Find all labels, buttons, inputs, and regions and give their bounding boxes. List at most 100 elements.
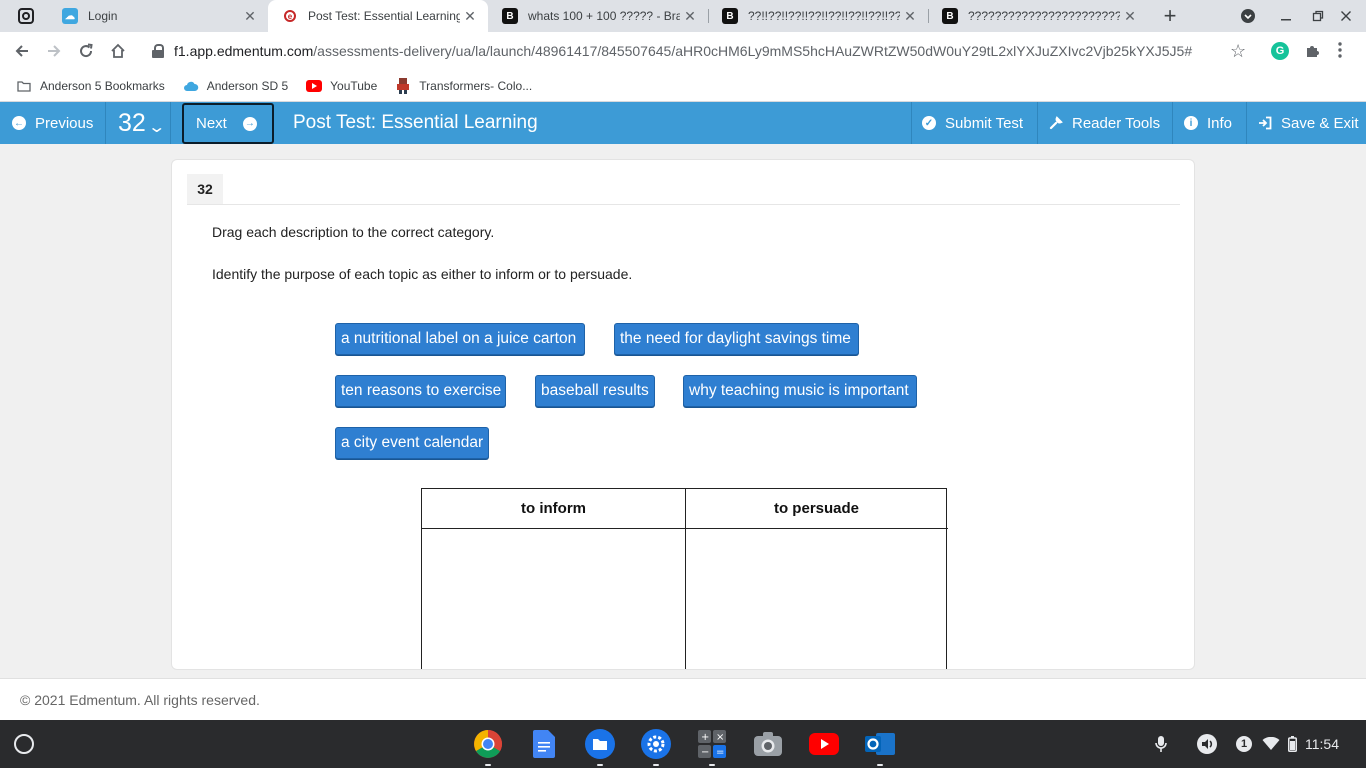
tab-title: Login [88, 9, 118, 23]
tab-title: whats 100 + 100 ????? - Brai [528, 9, 680, 23]
check-circle-icon: ✓ [922, 116, 936, 130]
submit-test-button[interactable]: ✓ Submit Test [922, 102, 1023, 144]
tab-title: ??!!??!!??!!??!!??!!??!!??!!?? [748, 9, 900, 23]
draggable-item-baseball-results[interactable]: baseball results [535, 375, 655, 407]
brainly-icon: B [942, 8, 958, 24]
tab-brainly-3[interactable]: B ????????????????????????? ✕ [928, 0, 1148, 32]
tab-brainly-1[interactable]: B whats 100 + 100 ????? - Brai ✕ [488, 0, 708, 32]
files-icon[interactable] [584, 728, 616, 766]
draggable-item-city-calendar[interactable]: a city event calendar [335, 427, 489, 459]
question-number-dropdown[interactable]: 32 ⌄ [118, 102, 166, 144]
microphone-icon[interactable] [1154, 720, 1168, 768]
close-icon[interactable]: ✕ [240, 6, 260, 26]
select-to-speak-icon[interactable] [1196, 720, 1218, 768]
youtube-icon[interactable] [808, 728, 840, 760]
calculator-icon[interactable]: + × − = [696, 728, 728, 766]
status-area[interactable]: 1 11:54 [1236, 720, 1339, 768]
bookmark-anderson-5-bookmarks[interactable]: Anderson 5 Bookmarks [16, 79, 165, 93]
draggable-item-ten-reasons[interactable]: ten reasons to exercise [335, 375, 506, 407]
forward-icon[interactable] [42, 39, 66, 63]
svg-text:−: − [701, 747, 709, 758]
back-icon[interactable] [10, 39, 34, 63]
notification-badge: 1 [1236, 736, 1252, 752]
youtube-icon [306, 79, 323, 93]
category-header-persuade: to persuade [773, 500, 860, 517]
os-shelf: + × − = 1 11:54 [0, 720, 1366, 768]
info-label: Info [1207, 114, 1233, 132]
svg-text:+: + [701, 732, 709, 743]
battery-icon [1288, 736, 1297, 752]
assessment-header: ← Previous 32 ⌄ Next → Post Test: Essent… [0, 102, 1366, 144]
tab-search-icon[interactable] [12, 6, 40, 26]
test-title: Post Test: Essential Learning [293, 112, 538, 133]
divider [1172, 102, 1173, 144]
drop-zone-inform[interactable] [422, 529, 685, 669]
close-window-icon[interactable] [1336, 6, 1356, 26]
category-header-inform: to inform [521, 500, 586, 517]
close-icon[interactable]: ✕ [460, 6, 480, 26]
bookmark-star-icon[interactable]: ☆ [1230, 41, 1246, 62]
clock: 11:54 [1305, 736, 1339, 752]
home-icon[interactable] [106, 39, 130, 63]
save-exit-label: Save & Exit [1281, 114, 1359, 132]
divider [1037, 102, 1038, 144]
save-exit-button[interactable]: Save & Exit [1258, 102, 1359, 144]
draggable-item-daylight-savings[interactable]: the need for daylight savings time [614, 323, 859, 355]
cloud-icon: ☁ [62, 8, 78, 24]
close-icon[interactable]: ✕ [900, 6, 920, 26]
extensions-icon[interactable] [1303, 42, 1321, 60]
previous-label: Previous [35, 114, 94, 132]
sign-out-icon [1258, 116, 1272, 130]
previous-button[interactable]: ← Previous [0, 102, 104, 144]
chrome-menu-icon[interactable] [1338, 42, 1342, 63]
bookmarks-bar: Anderson 5 Bookmarks Anderson SD 5 YouTu… [0, 70, 1366, 102]
address-bar[interactable]: f1.app.edmentum.com/assessments-delivery… [140, 36, 1260, 66]
cloud-icon [183, 79, 199, 93]
transformer-icon [395, 77, 411, 94]
drop-zone-persuade[interactable] [686, 529, 947, 669]
info-icon: i [1184, 116, 1198, 130]
question-instruction: Drag each description to the correct cat… [212, 224, 495, 240]
new-tab-icon[interactable]: + [1158, 3, 1182, 28]
bookmark-anderson-sd-5[interactable]: Anderson SD 5 [183, 79, 288, 93]
arrow-left-circle-icon: ← [12, 116, 26, 130]
lock-icon[interactable] [152, 44, 164, 58]
camera-icon[interactable] [752, 728, 784, 760]
brainly-icon: B [722, 8, 738, 24]
tab-post-test[interactable]: e Post Test: Essential Learning ✕ [268, 0, 488, 32]
content-area: 32 Drag each description to the correct … [0, 144, 1366, 678]
bookmark-label: Transformers- Colo... [419, 78, 533, 93]
tab-title: Post Test: Essential Learning [308, 9, 460, 23]
folder-icon [16, 79, 32, 93]
bookmark-youtube[interactable]: YouTube [306, 79, 377, 93]
divider [187, 204, 1180, 205]
draggable-item-teaching-music[interactable]: why teaching music is important [683, 375, 917, 407]
settings-icon[interactable] [640, 728, 672, 766]
info-button[interactable]: i Info [1184, 102, 1232, 144]
tab-title: ????????????????????????? [968, 9, 1120, 23]
bookmark-label: Anderson 5 Bookmarks [40, 78, 165, 93]
chrome-icon[interactable] [472, 728, 504, 766]
close-icon[interactable]: ✕ [680, 6, 700, 26]
draggable-item-nutritional-label[interactable]: a nutritional label on a juice carton [335, 323, 585, 355]
launcher-icon[interactable] [14, 734, 34, 754]
submit-test-label: Submit Test [945, 114, 1024, 132]
page-footer: © 2021 Edmentum. All rights reserved. [0, 678, 1366, 720]
restore-icon[interactable] [1308, 6, 1328, 26]
reload-icon[interactable] [74, 39, 98, 63]
reader-tools-button[interactable]: Reader Tools [1049, 102, 1160, 144]
tab-login[interactable]: ☁ Login ✕ [48, 0, 268, 32]
reader-tools-label: Reader Tools [1072, 114, 1161, 132]
brainly-icon: B [502, 8, 518, 24]
bookmark-transformers[interactable]: Transformers- Colo... [395, 77, 533, 94]
docs-icon[interactable] [528, 728, 560, 760]
close-icon[interactable]: ✕ [1120, 6, 1140, 26]
outlook-icon[interactable] [864, 728, 896, 766]
next-button[interactable]: Next → [182, 103, 274, 144]
grammarly-icon[interactable]: G [1271, 42, 1289, 60]
wrench-icon [1049, 116, 1063, 130]
browser-toolbar: f1.app.edmentum.com/assessments-delivery… [0, 32, 1366, 70]
minimize-icon[interactable] [1276, 6, 1296, 26]
tab-brainly-2[interactable]: B ??!!??!!??!!??!!??!!??!!??!!?? ✕ [708, 0, 928, 32]
tab-search-dropdown-icon[interactable] [1238, 6, 1258, 26]
